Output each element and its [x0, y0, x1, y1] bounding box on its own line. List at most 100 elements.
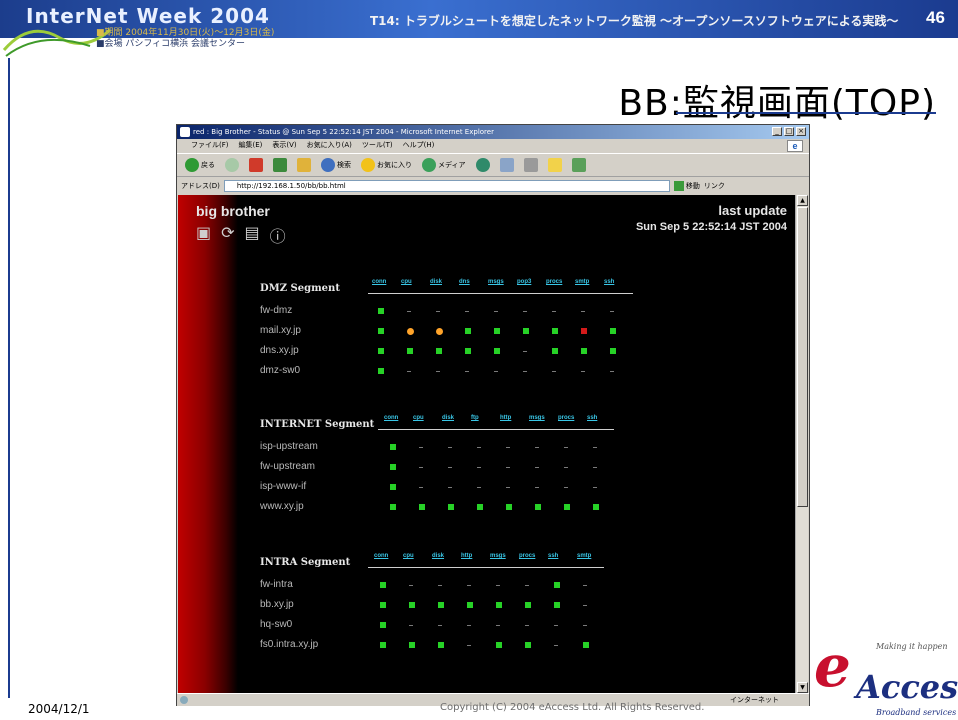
host-name[interactable]: mail.xy.jp: [260, 325, 301, 336]
folder-button[interactable]: [570, 156, 588, 174]
info-icon[interactable]: ⓘ: [270, 223, 286, 247]
column-header-link[interactable]: cpu: [401, 279, 412, 285]
status-light-green[interactable]: [438, 602, 444, 608]
search-button[interactable]: 検索: [319, 156, 353, 174]
status-light-green[interactable]: [409, 642, 415, 648]
column-header-link[interactable]: ssh: [604, 279, 614, 285]
status-light-green[interactable]: [535, 504, 541, 510]
refresh-cycle-icon[interactable]: ⟳: [221, 223, 234, 247]
status-light-green[interactable]: [378, 308, 384, 314]
column-header-link[interactable]: http: [461, 553, 472, 559]
address-input[interactable]: http://192.168.1.50/bb/bb.html: [223, 180, 670, 192]
column-header-link[interactable]: dns: [459, 279, 470, 285]
status-light-green[interactable]: [436, 348, 442, 354]
menu-view[interactable]: 表示(V): [272, 139, 296, 152]
status-light-green[interactable]: [610, 348, 616, 354]
print-button[interactable]: [522, 156, 540, 174]
status-light-green[interactable]: [552, 328, 558, 334]
column-header-link[interactable]: ssh: [548, 553, 558, 559]
home-button[interactable]: [295, 156, 313, 174]
column-header-link[interactable]: ssh: [587, 415, 597, 421]
menu-file[interactable]: ファイル(F): [191, 139, 229, 152]
host-name[interactable]: fw-intra: [260, 579, 293, 590]
status-light-green[interactable]: [448, 504, 454, 510]
host-name[interactable]: isp-www-if: [260, 481, 306, 492]
minimize-button[interactable]: _: [772, 127, 782, 136]
status-light-green[interactable]: [419, 504, 425, 510]
column-header-link[interactable]: pop3: [517, 279, 531, 285]
column-header-link[interactable]: msgs: [488, 279, 504, 285]
status-light-green[interactable]: [593, 504, 599, 510]
host-name[interactable]: hq-sw0: [260, 619, 292, 630]
column-header-link[interactable]: conn: [384, 415, 398, 421]
bb-logo-icon[interactable]: ▣: [196, 223, 211, 247]
column-header-link[interactable]: disk: [432, 553, 444, 559]
status-light-green[interactable]: [378, 368, 384, 374]
status-light-green[interactable]: [506, 504, 512, 510]
browser-window[interactable]: red : Big Brother - Status @ Sun Sep 5 2…: [176, 124, 810, 706]
status-light-green[interactable]: [390, 504, 396, 510]
column-header-link[interactable]: cpu: [413, 415, 424, 421]
scroll-up-arrow[interactable]: ▲: [797, 195, 808, 206]
column-header-link[interactable]: smtp: [575, 279, 589, 285]
host-name[interactable]: fs0.intra.xy.jp: [260, 639, 318, 650]
status-light-green[interactable]: [390, 484, 396, 490]
stop-button[interactable]: [247, 156, 265, 174]
close-button[interactable]: ×: [796, 127, 806, 136]
host-name[interactable]: dmz-sw0: [260, 365, 300, 376]
column-header-link[interactable]: conn: [374, 553, 388, 559]
status-light-green[interactable]: [380, 622, 386, 628]
status-light-red[interactable]: [581, 328, 587, 334]
host-name[interactable]: isp-upstream: [260, 441, 318, 452]
favorites-button[interactable]: お気に入り: [359, 156, 414, 174]
menu-tools[interactable]: ツール(T): [362, 139, 393, 152]
column-header-link[interactable]: disk: [430, 279, 442, 285]
status-light-green[interactable]: [610, 328, 616, 334]
status-light-green[interactable]: [390, 444, 396, 450]
status-light-green[interactable]: [409, 602, 415, 608]
page-viewport[interactable]: big brother ▣ ⟳ ▤ ⓘ last update Sun Sep …: [178, 195, 795, 693]
menu-help[interactable]: ヘルプ(H): [403, 139, 435, 152]
report-icon[interactable]: ▤: [245, 223, 260, 247]
forward-button[interactable]: [223, 156, 241, 174]
media-button[interactable]: メディア: [420, 156, 468, 174]
status-light-green[interactable]: [564, 504, 570, 510]
status-light-green[interactable]: [407, 348, 413, 354]
status-light-green[interactable]: [494, 328, 500, 334]
status-light-green[interactable]: [380, 642, 386, 648]
column-header-link[interactable]: msgs: [529, 415, 545, 421]
status-light-green[interactable]: [465, 328, 471, 334]
status-light-green[interactable]: [465, 348, 471, 354]
status-light-green[interactable]: [523, 328, 529, 334]
back-button[interactable]: 戻る: [183, 156, 217, 174]
links-label[interactable]: リンク: [704, 181, 725, 191]
vertical-scrollbar[interactable]: ▲ ▼: [795, 195, 808, 693]
column-header-link[interactable]: procs: [546, 279, 562, 285]
status-light-orange[interactable]: [407, 328, 414, 335]
status-light-green[interactable]: [554, 582, 560, 588]
column-header-link[interactable]: disk: [442, 415, 454, 421]
host-name[interactable]: fw-upstream: [260, 461, 315, 472]
host-name[interactable]: www.xy.jp: [260, 501, 304, 512]
column-header-link[interactable]: procs: [519, 553, 535, 559]
status-light-green[interactable]: [477, 504, 483, 510]
status-light-green[interactable]: [380, 582, 386, 588]
go-button[interactable]: 移動: [673, 180, 700, 192]
status-light-green[interactable]: [438, 642, 444, 648]
mail-button[interactable]: [498, 156, 516, 174]
column-header-link[interactable]: smtp: [577, 553, 591, 559]
menu-favorites[interactable]: お気に入り(A): [307, 139, 352, 152]
status-light-green[interactable]: [380, 602, 386, 608]
column-header-link[interactable]: procs: [558, 415, 574, 421]
status-light-green[interactable]: [494, 348, 500, 354]
status-light-green[interactable]: [525, 602, 531, 608]
status-light-green[interactable]: [378, 348, 384, 354]
edit-button[interactable]: [546, 156, 564, 174]
host-name[interactable]: fw-dmz: [260, 305, 292, 316]
status-light-green[interactable]: [552, 348, 558, 354]
scroll-thumb[interactable]: [797, 207, 808, 507]
column-header-link[interactable]: http: [500, 415, 511, 421]
status-light-green[interactable]: [390, 464, 396, 470]
column-header-link[interactable]: ftp: [471, 415, 479, 421]
column-header-link[interactable]: msgs: [490, 553, 506, 559]
